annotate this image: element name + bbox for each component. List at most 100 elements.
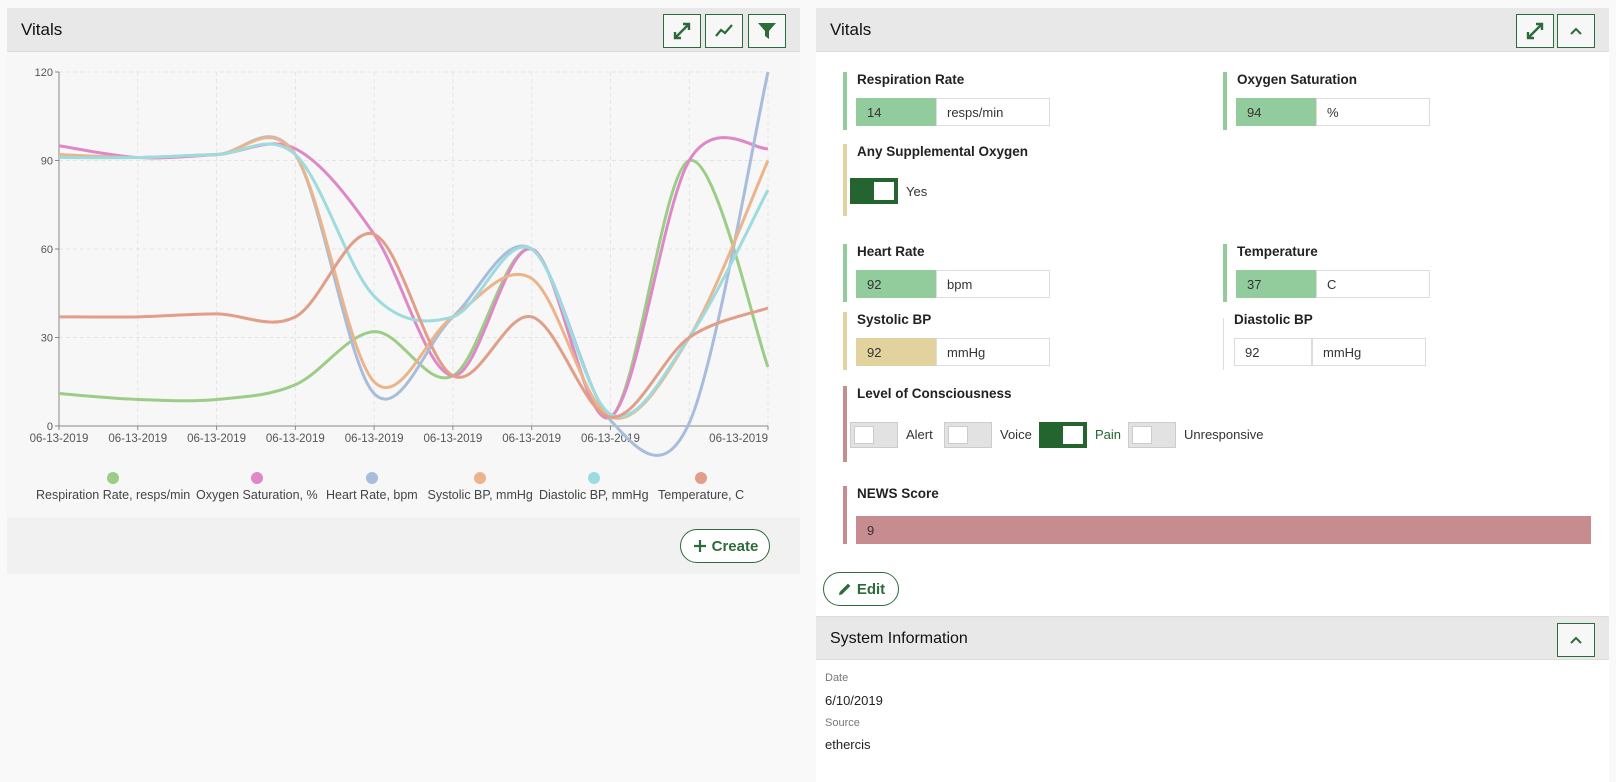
legend-label: Respiration Rate, resps/min (36, 488, 191, 502)
consciousness-toggle-unresponsive[interactable] (1128, 422, 1176, 448)
consciousness-label: Level of Consciousness (857, 386, 1012, 401)
respiration-label: Respiration Rate (857, 72, 965, 87)
diastolic-indicator (1223, 318, 1224, 370)
expand-details-button[interactable] (1516, 14, 1554, 48)
heart-rate-indicator (843, 244, 847, 302)
consciousness-field: Level of Consciousness Alert Voice Pain Unr… (843, 386, 1363, 462)
y-tick-label: 0 (47, 421, 53, 433)
legend-swatch (587, 472, 600, 484)
consciousness-toggle-voice[interactable] (944, 422, 992, 448)
oxygen-field: Oxygen Saturation 94 % (1223, 72, 1443, 130)
diastolic-unit: mmHg (1312, 338, 1426, 366)
legend-label: Oxygen Saturation, % (196, 488, 318, 502)
system-info-collapse-button[interactable] (1557, 623, 1595, 657)
legend-entry[interactable]: Diastolic BP, mmHg (539, 472, 649, 502)
y-tick-label: 60 (41, 244, 53, 256)
legend-label: Diastolic BP, mmHg (539, 488, 649, 502)
x-tick-label: 06-13-2019 (30, 433, 89, 445)
legend-label: Temperature, C (658, 488, 745, 502)
supplemental-label: Any Supplemental Oxygen (857, 144, 1029, 159)
heart-rate-field: Heart Rate 92 bpm (843, 244, 1063, 302)
series-line-5 (58, 232, 769, 419)
legend-entry[interactable]: Temperature, C (658, 472, 744, 502)
collapse-button[interactable] (1557, 14, 1595, 48)
date-value: 6/10/2019 (825, 693, 883, 708)
legend-entry[interactable]: Heart Rate, bpm (326, 472, 418, 502)
legend-swatch (695, 472, 708, 484)
expand-icon (1526, 22, 1544, 40)
series-line-2 (58, 71, 770, 457)
vitals-chart: 0 30 60 90 120 06-13-2019 06-13-2019 06-13-2019… (30, 67, 770, 457)
chart-area: 0 30 60 90 120 06-13-2019 06-13-2019 06-13-2019… (7, 52, 800, 518)
supplemental-oxygen-field: Any Supplemental Oxygen Yes (843, 144, 1103, 216)
left-panel-title: Vitals (21, 20, 63, 39)
legend-swatch (250, 472, 263, 484)
consciousness-toggle-pain[interactable] (1039, 422, 1087, 448)
systolic-field: Systolic BP 92 mmHg (843, 312, 1063, 370)
create-button-label: Create (711, 537, 759, 555)
filter-button[interactable] (748, 14, 786, 48)
news-indicator (843, 486, 847, 544)
temperature-indicator (1223, 244, 1227, 302)
news-score-field: NEWS Score 9 (843, 486, 1591, 544)
systolic-indicator (843, 312, 847, 370)
temperature-unit: C (1316, 270, 1430, 298)
oxygen-indicator (1223, 72, 1227, 130)
heart-rate-unit: bpm (936, 270, 1050, 298)
expand-icon (673, 22, 691, 40)
legend-entry[interactable]: Oxygen Saturation, % (196, 472, 318, 502)
legend-swatch (365, 472, 378, 484)
source-value: ethercis (825, 737, 871, 752)
y-tick-label: 120 (35, 67, 53, 79)
right-panel-header: Vitals (816, 8, 1609, 52)
x-tick-label: 06-13-2019 (423, 433, 482, 445)
trend-line-icon (715, 24, 733, 37)
supplemental-value: Yes (906, 184, 928, 199)
temperature-label: Temperature (1237, 244, 1318, 259)
edit-button-label: Edit (856, 580, 886, 598)
x-tick-label: 06-13-2019 (187, 433, 246, 445)
supplemental-indicator (843, 144, 847, 216)
systolic-label: Systolic BP (857, 312, 932, 327)
oxygen-value: 94 (1236, 98, 1316, 126)
consciousness-option-label: Unresponsive (1184, 427, 1264, 442)
systolic-unit: mmHg (936, 338, 1050, 366)
chevron-up-icon (1570, 636, 1582, 644)
legend-swatch (474, 472, 487, 484)
left-panel-header: Vitals (7, 8, 800, 52)
temperature-value: 37 (1236, 270, 1316, 298)
y-tick-label: 90 (41, 156, 53, 168)
legend-swatch (107, 472, 120, 484)
y-tick-label: 30 (41, 333, 53, 345)
chevron-up-icon (1570, 27, 1582, 35)
x-tick-label: 06-13-2019 (345, 433, 404, 445)
system-info-body: Date 6/10/2019 Source ethercis (816, 660, 1609, 782)
create-button[interactable]: Create (680, 529, 770, 563)
legend-label: Heart Rate, bpm (326, 488, 418, 502)
x-tick-label: 06-13-2019 (502, 433, 561, 445)
legend-entry[interactable]: Systolic BP, mmHg (428, 472, 533, 502)
legend-entry[interactable]: Respiration Rate, resps/min (36, 472, 190, 502)
vitals-details: Respiration Rate 14 resps/min Oxygen Sat… (816, 52, 1609, 616)
x-tick-label: 06-13-2019 (108, 433, 167, 445)
edit-button[interactable]: Edit (823, 572, 899, 606)
filter-icon (758, 23, 776, 39)
source-label: Source (825, 717, 860, 729)
trend-chart-button[interactable] (705, 14, 743, 48)
right-panel-title: Vitals (830, 20, 872, 39)
consciousness-option-label: Alert (906, 427, 933, 442)
diastolic-field: Diastolic BP 92 mmHg (1223, 312, 1443, 370)
legend-label: Systolic BP, mmHg (427, 488, 533, 502)
plus-icon (693, 540, 706, 552)
respiration-unit: resps/min (936, 98, 1050, 126)
consciousness-indicator (843, 386, 847, 462)
diastolic-value: 92 (1234, 338, 1312, 366)
news-value: 9 (856, 516, 1591, 544)
consciousness-toggle-alert[interactable] (850, 422, 898, 448)
respiration-value: 14 (856, 98, 936, 126)
system-info-title: System Information (830, 630, 968, 647)
expand-button[interactable] (663, 14, 701, 48)
supplemental-oxygen-toggle[interactable] (850, 178, 898, 204)
heart-rate-label: Heart Rate (857, 244, 925, 259)
consciousness-option-label: Voice (1000, 427, 1032, 442)
